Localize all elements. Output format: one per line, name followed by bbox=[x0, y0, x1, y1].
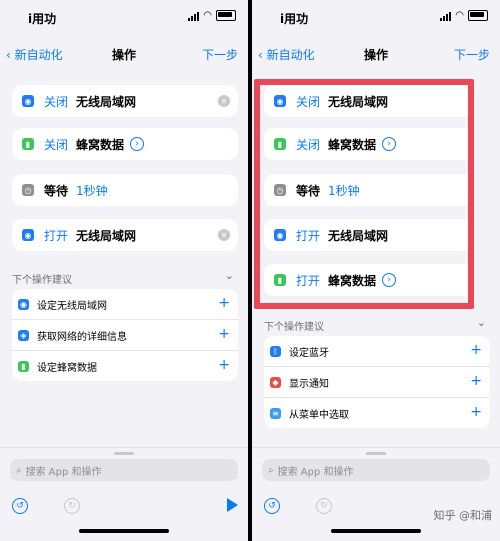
home-indicator bbox=[331, 529, 421, 533]
suggestion-item[interactable]: ◆ 显示通知 + bbox=[264, 367, 490, 398]
add-icon[interactable]: + bbox=[218, 326, 230, 342]
home-indicator bbox=[79, 529, 169, 533]
signal-icon bbox=[440, 11, 452, 21]
suggestions-list: ◉ 设定无线局域网 + ◈ 获取网络的详细信息 + ▮ 设定蜂窝数据 + bbox=[12, 289, 238, 381]
undo-icon[interactable]: ↺ bbox=[12, 498, 28, 514]
play-icon[interactable] bbox=[227, 498, 238, 512]
add-icon[interactable]: + bbox=[218, 295, 230, 311]
action-param[interactable]: 蜂窝数据 bbox=[76, 136, 124, 153]
status-bar: i用功 ◠ bbox=[0, 8, 248, 28]
wifi-icon: ◉ bbox=[18, 298, 29, 310]
bluetooth-icon: ᛒ bbox=[270, 345, 281, 357]
add-icon[interactable]: + bbox=[470, 342, 482, 358]
wifi-icon: ◉ bbox=[22, 229, 34, 241]
add-icon[interactable]: + bbox=[218, 357, 230, 373]
add-icon[interactable]: + bbox=[470, 404, 482, 420]
carrier-label: i用功 bbox=[280, 12, 309, 26]
status-icons: ◠ bbox=[188, 10, 236, 21]
bottom-sheet: ⌕ 搜索 App 和操作 ↺ ↻ bbox=[252, 447, 500, 541]
action-keyword[interactable]: 关闭 bbox=[44, 93, 68, 110]
redo-icon[interactable]: ↻ bbox=[316, 498, 332, 514]
action-param[interactable]: 无线局域网 bbox=[76, 227, 136, 244]
wifi-icon: ◉ bbox=[22, 95, 34, 107]
search-placeholder: 搜索 App 和操作 bbox=[277, 466, 354, 478]
suggestion-item[interactable]: ▮ 设定蜂窝数据 + bbox=[12, 351, 238, 381]
remove-action-icon[interactable]: ✕ bbox=[218, 229, 230, 241]
action-keyword[interactable]: 打开 bbox=[44, 227, 68, 244]
chevron-down-icon[interactable]: ⌄ bbox=[477, 316, 486, 329]
network-icon: ◈ bbox=[18, 329, 29, 341]
suggestion-label: 从菜单中选取 bbox=[289, 409, 349, 421]
action-keyword: 等待 bbox=[44, 183, 69, 198]
cellular-icon: ▮ bbox=[18, 360, 29, 372]
search-field[interactable]: ⌕ 搜索 App 和操作 bbox=[262, 459, 490, 481]
suggestion-label: 设定无线局域网 bbox=[37, 300, 107, 312]
sheet-grabber[interactable] bbox=[114, 452, 134, 455]
suggestion-label: 显示通知 bbox=[289, 378, 329, 390]
suggestion-item[interactable]: ≡ 从菜单中选取 + bbox=[264, 398, 490, 428]
carrier-label: i用功 bbox=[28, 12, 57, 26]
status-bar: i用功 ◠ bbox=[252, 8, 500, 28]
suggestion-item[interactable]: ◉ 设定无线局域网 + bbox=[12, 289, 238, 320]
action-card-cellular-off[interactable]: ▮ 关闭 蜂窝数据 › bbox=[12, 128, 238, 160]
nav-bar: ‹ 新自动化 操作 下一步 bbox=[252, 44, 500, 66]
suggestion-item[interactable]: ◈ 获取网络的详细信息 + bbox=[12, 320, 238, 351]
add-icon[interactable]: + bbox=[470, 373, 482, 389]
clock-icon: ◷ bbox=[22, 184, 34, 196]
signal-icon bbox=[188, 11, 200, 21]
suggestion-item[interactable]: ᛒ 设定蓝牙 + bbox=[264, 336, 490, 367]
suggestions-title: 下个操作建议 bbox=[12, 275, 72, 286]
remove-action-icon[interactable]: ✕ bbox=[218, 95, 230, 107]
next-button[interactable]: 下一步 bbox=[454, 46, 490, 63]
wifi-status-icon: ◠ bbox=[203, 10, 212, 21]
suggestions-header: 下个操作建议 ⌄ bbox=[12, 269, 238, 286]
search-placeholder: 搜索 App 和操作 bbox=[25, 466, 102, 478]
status-icons: ◠ bbox=[440, 10, 488, 21]
next-button[interactable]: 下一步 bbox=[202, 46, 238, 63]
search-icon: ⌕ bbox=[16, 464, 22, 476]
cellular-icon: ▮ bbox=[22, 138, 34, 150]
suggestion-label: 获取网络的详细信息 bbox=[37, 331, 127, 343]
battery-icon bbox=[468, 10, 488, 21]
watermark: 知乎 @和浦 bbox=[433, 509, 493, 522]
menu-icon: ≡ bbox=[270, 407, 281, 419]
wifi-status-icon: ◠ bbox=[455, 10, 464, 21]
action-param[interactable]: 无线局域网 bbox=[76, 93, 136, 110]
bottom-sheet: ⌕ 搜索 App 和操作 ↺ ↻ bbox=[0, 447, 248, 541]
highlight-box bbox=[254, 79, 474, 309]
chevron-down-icon[interactable]: ⌄ bbox=[225, 269, 234, 282]
left-screen: i用功 ◠ ‹ 新自动化 操作 下一步 ◉ 关闭 无线局域网 ✕ ▮ 关闭 蜂窝… bbox=[0, 0, 248, 541]
undo-icon[interactable]: ↺ bbox=[264, 498, 280, 514]
action-param[interactable]: 1秒钟 bbox=[76, 182, 108, 199]
suggestions-list: ᛒ 设定蓝牙 + ◆ 显示通知 + ≡ 从菜单中选取 + bbox=[264, 336, 490, 428]
battery-icon bbox=[216, 10, 236, 21]
search-icon: ⌕ bbox=[268, 464, 274, 476]
suggestions-title: 下个操作建议 bbox=[264, 322, 324, 333]
suggestion-label: 设定蓝牙 bbox=[289, 347, 329, 359]
notification-icon: ◆ bbox=[270, 376, 281, 388]
action-card-wifi-on[interactable]: ◉ 打开 无线局域网 ✕ bbox=[12, 219, 238, 251]
expand-chevron-icon[interactable]: › bbox=[130, 137, 145, 151]
redo-icon[interactable]: ↻ bbox=[64, 498, 80, 514]
sheet-grabber[interactable] bbox=[366, 452, 386, 455]
nav-bar: ‹ 新自动化 操作 下一步 bbox=[0, 44, 248, 66]
action-card-wait[interactable]: ◷ 等待 1秒钟 bbox=[12, 174, 238, 206]
suggestion-label: 设定蜂窝数据 bbox=[37, 362, 97, 374]
action-keyword[interactable]: 关闭 bbox=[44, 136, 68, 153]
suggestions-header: 下个操作建议 ⌄ bbox=[264, 316, 490, 333]
action-card-wifi-off[interactable]: ◉ 关闭 无线局域网 ✕ bbox=[12, 85, 238, 117]
search-field[interactable]: ⌕ 搜索 App 和操作 bbox=[10, 459, 238, 481]
